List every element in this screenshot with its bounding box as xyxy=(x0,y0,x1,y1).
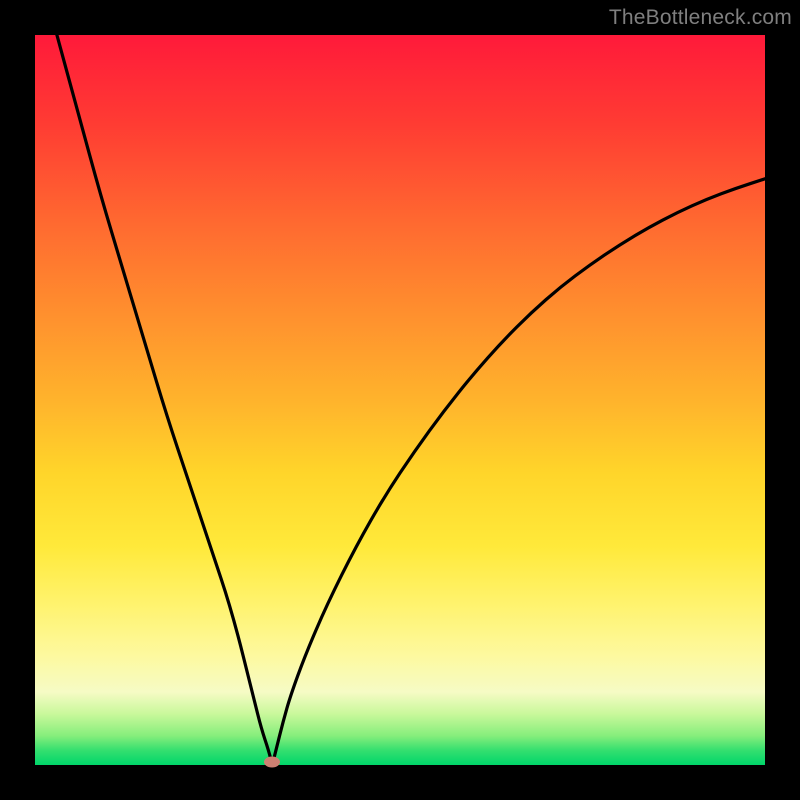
watermark-text: TheBottleneck.com xyxy=(609,6,792,30)
curve-minimum-marker xyxy=(264,757,280,768)
curve-path xyxy=(57,35,765,761)
chart-frame: TheBottleneck.com xyxy=(0,0,800,800)
plot-area xyxy=(35,35,765,765)
bottleneck-curve xyxy=(35,35,765,765)
